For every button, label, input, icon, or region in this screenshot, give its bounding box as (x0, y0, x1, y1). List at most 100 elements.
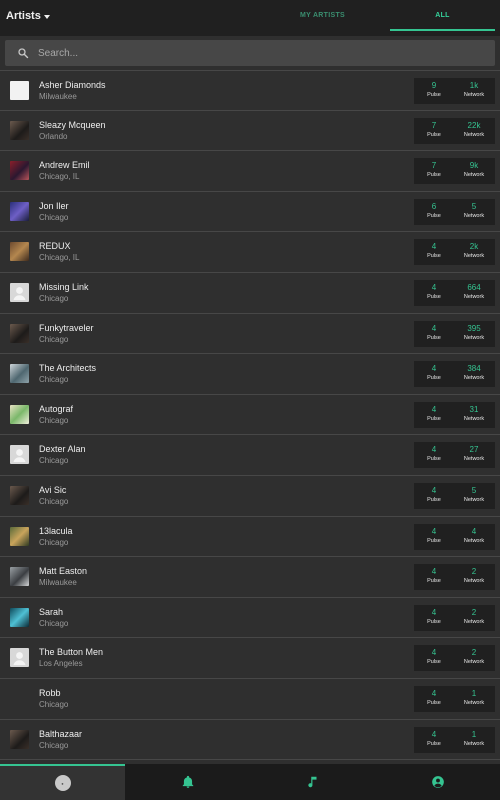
artist-stats-box: 4 Pulse 27 Network (414, 442, 495, 469)
artist-row[interactable]: The Button Men Los Angeles 4 Pulse 2 Network (0, 638, 500, 679)
top-app-bar: Artists MY ARTISTS ALL (0, 0, 500, 36)
avatar-placeholder-icon (13, 449, 26, 463)
artist-row[interactable]: Balthazaar Chicago 4 Pulse 1 Network (0, 720, 500, 761)
search-bar[interactable] (5, 40, 495, 66)
pulse-stat: 9 Pulse (414, 81, 454, 99)
artist-stats-box: 4 Pulse 4 Network (414, 523, 495, 550)
pulse-value: 4 (431, 445, 437, 455)
pulse-stat: 4 Pulse (414, 364, 454, 382)
network-label: Network (463, 618, 485, 625)
pulse-value: 7 (431, 120, 437, 130)
network-label: Network (463, 212, 485, 219)
artist-row[interactable]: Missing Link Chicago 4 Pulse 664 Network (0, 273, 500, 314)
artist-row[interactable]: Avi Sic Chicago 4 Pulse 5 Network (0, 476, 500, 517)
artist-row[interactable]: Sarah Chicago 4 Pulse 2 Network (0, 598, 500, 639)
artist-stats-box: 4 Pulse 31 Network (414, 401, 495, 428)
artist-row[interactable]: Asher Diamonds Milwaukee 9 Pulse 1k Network (0, 70, 500, 111)
artist-row[interactable]: Funkytraveler Chicago 4 Pulse 395 Network (0, 314, 500, 355)
artist-avatar (10, 242, 29, 262)
artist-location: Chicago, IL (39, 253, 80, 263)
artist-stats-box: 4 Pulse 2 Network (414, 604, 495, 631)
artist-name: 13lacula (39, 525, 73, 536)
artist-row[interactable]: REDUX Chicago, IL 4 Pulse 2k Network (0, 232, 500, 273)
artist-name: Jon Iler (39, 200, 69, 211)
artist-row[interactable]: Matt Easton Milwaukee 4 Pulse 2 Network (0, 557, 500, 598)
pulse-stat: 4 Pulse (414, 730, 454, 748)
pulse-value: 4 (431, 567, 437, 577)
network-label: Network (463, 253, 485, 260)
artist-stats-box: 4 Pulse 395 Network (414, 320, 495, 347)
pulse-value: 9 (431, 81, 437, 90)
pulse-value: 4 (431, 323, 437, 333)
artist-row[interactable]: 13lacula Chicago 4 Pulse 4 Network (0, 517, 500, 558)
pulse-stat: 7 Pulse (414, 121, 454, 139)
artist-avatar (10, 404, 29, 424)
network-value: 9k (469, 161, 479, 171)
network-label: Network (463, 740, 485, 747)
artist-location: Chicago, IL (39, 172, 80, 182)
avatar-placeholder-icon (13, 652, 26, 666)
artist-row[interactable]: Dexter Alan Chicago 4 Pulse 27 Network (0, 435, 500, 476)
nav-music-button[interactable] (250, 764, 375, 800)
pulse-stat: 4 Pulse (414, 648, 454, 666)
network-value: 1 (471, 729, 477, 739)
network-value: 2 (471, 607, 477, 617)
artist-stats-box: 4 Pulse 2k Network (414, 239, 495, 266)
network-stat: 395 Network (454, 324, 494, 342)
artist-row[interactable]: Andrew Emil Chicago, IL 7 Pulse 9k Network (0, 151, 500, 192)
network-label: Network (463, 578, 485, 585)
network-value: 2 (471, 648, 477, 658)
artist-row[interactable]: Jon Iler Chicago 6 Pulse 5 Network (0, 192, 500, 233)
network-value: 4 (471, 526, 477, 536)
artist-location: Chicago (39, 334, 69, 344)
network-label: Network (463, 659, 485, 666)
artist-stats-box: 4 Pulse 2 Network (414, 564, 495, 591)
pulse-stat: 4 Pulse (414, 283, 454, 301)
network-stat: 27 Network (454, 445, 494, 463)
artist-location: Chicago (39, 375, 69, 385)
artist-location: Milwaukee (39, 92, 77, 101)
artist-location: Chicago (39, 699, 69, 709)
pulse-label: Pulse (427, 618, 441, 625)
pulse-stat: 4 Pulse (414, 689, 454, 707)
pulse-stat: 4 Pulse (414, 324, 454, 342)
artist-avatar (10, 445, 29, 465)
artist-row[interactable]: Sleazy Mcqueen Orlando 7 Pulse 22k Network (0, 111, 500, 152)
network-value: 5 (471, 485, 477, 495)
nav-home-button[interactable]: ● (0, 764, 125, 800)
pulse-value: 7 (431, 161, 437, 171)
nav-account-button[interactable] (375, 764, 500, 800)
artist-name: Matt Easton (39, 566, 88, 577)
artist-avatar (10, 81, 29, 100)
network-stat: 2k Network (454, 242, 494, 260)
nav-notifications-button[interactable] (125, 764, 250, 800)
pulse-label: Pulse (427, 293, 441, 300)
artist-name: Missing Link (39, 281, 89, 292)
network-value: 664 (467, 282, 481, 292)
artist-row[interactable]: Autograf Chicago 4 Pulse 31 Network (0, 395, 500, 436)
artists-dropdown[interactable]: Artists (6, 10, 50, 22)
pulse-label: Pulse (427, 172, 441, 179)
artist-stats-box: 4 Pulse 5 Network (414, 482, 495, 509)
pulse-label: Pulse (427, 334, 441, 341)
pulse-value: 4 (431, 648, 437, 658)
network-label: Network (463, 415, 485, 422)
network-stat: 31 Network (454, 405, 494, 423)
artist-location: Los Angeles (39, 659, 83, 669)
artist-stats-box: 4 Pulse 2 Network (414, 645, 495, 672)
artist-location: Chicago (39, 456, 69, 466)
artist-name: Robb (39, 687, 61, 698)
artist-location: Chicago (39, 537, 69, 547)
search-input[interactable] (38, 40, 478, 66)
pulse-stat: 4 Pulse (414, 608, 454, 626)
artist-avatar (10, 648, 29, 668)
tab-my-artists[interactable]: MY ARTISTS (260, 12, 385, 19)
artist-name: Balthazaar (39, 728, 83, 739)
pulse-label: Pulse (427, 496, 441, 503)
tab-all[interactable]: ALL (390, 12, 495, 19)
artist-row[interactable]: Robb Chicago 4 Pulse 1 Network (0, 679, 500, 720)
artist-row[interactable]: The Architects Chicago 4 Pulse 384 Network (0, 354, 500, 395)
pulse-label: Pulse (427, 456, 441, 463)
network-label: Network (463, 496, 485, 503)
network-stat: 2 Network (454, 608, 494, 626)
